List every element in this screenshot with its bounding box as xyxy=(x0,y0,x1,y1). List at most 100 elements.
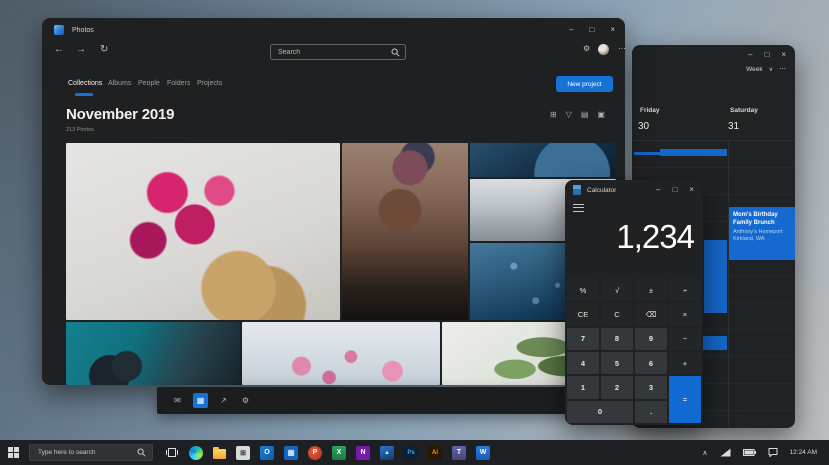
close-icon[interactable]: × xyxy=(781,51,786,59)
key-plusminus[interactable]: ± xyxy=(635,279,667,301)
refresh-icon[interactable]: ↻ xyxy=(100,44,108,55)
key-3[interactable]: 3 xyxy=(635,376,667,398)
outlook-icon[interactable]: O xyxy=(260,446,274,460)
key-6[interactable]: 6 xyxy=(635,352,667,374)
chevron-down-icon[interactable]: ∨ xyxy=(769,66,773,73)
forward-icon[interactable]: → xyxy=(76,44,86,55)
key-7[interactable]: 7 xyxy=(567,328,599,350)
word-icon[interactable]: W xyxy=(476,446,490,460)
key-9[interactable]: 9 xyxy=(635,328,667,350)
tab-albums[interactable]: Albums xyxy=(108,80,131,87)
key-sqrt[interactable]: √ xyxy=(601,279,633,301)
illustrator-icon[interactable]: Ai xyxy=(428,446,442,460)
taskbar-search-input[interactable] xyxy=(30,449,137,456)
all-day-event-bar[interactable] xyxy=(660,149,727,156)
maximize-icon[interactable]: □ xyxy=(589,26,594,34)
filter-icon[interactable]: ▽ xyxy=(566,110,572,119)
calculator-window: Calculator – □ × 1,234 % √ ± ÷ CE C ⌫ × … xyxy=(565,180,703,425)
system-tray: ∧ 12:24 AM xyxy=(702,448,821,457)
powerpoint-icon[interactable]: P xyxy=(308,446,322,460)
hamburger-menu-icon[interactable] xyxy=(573,204,584,212)
all-day-event-bar-thin[interactable] xyxy=(634,152,660,155)
date-30[interactable]: 30 xyxy=(638,121,649,132)
store-icon[interactable]: ⊞ xyxy=(236,446,250,460)
key-percent[interactable]: % xyxy=(567,279,599,301)
date-31[interactable]: 31 xyxy=(728,121,739,132)
minimize-icon[interactable]: – xyxy=(656,186,660,194)
maximize-icon[interactable]: □ xyxy=(764,51,769,59)
import-icon[interactable]: ▣ xyxy=(597,110,605,119)
key-decimal[interactable]: . xyxy=(635,401,667,423)
onenote-icon[interactable]: N xyxy=(356,446,370,460)
close-icon[interactable]: × xyxy=(610,26,615,34)
photos-search-input[interactable] xyxy=(271,49,391,56)
collection-photo-count: 213 Photos xyxy=(66,127,94,133)
chevron-up-icon[interactable]: ∧ xyxy=(702,449,707,457)
gear-icon[interactable]: ⚙ xyxy=(239,396,252,405)
clock[interactable]: 12:24 AM xyxy=(790,449,817,456)
friday-event-block[interactable] xyxy=(704,240,727,313)
key-multiply[interactable]: × xyxy=(669,303,701,325)
key-divide[interactable]: ÷ xyxy=(669,279,701,301)
key-1[interactable]: 1 xyxy=(567,376,599,398)
minimize-icon[interactable]: – xyxy=(569,26,573,34)
battery-icon[interactable] xyxy=(743,449,756,456)
photo-dark-blue-abstract[interactable] xyxy=(470,143,616,177)
key-0[interactable]: 0 xyxy=(567,401,633,423)
photos-titlebar[interactable]: Photos – □ × xyxy=(42,18,625,42)
close-icon[interactable]: × xyxy=(689,186,694,194)
taskbar-search-box[interactable] xyxy=(29,444,153,461)
key-c[interactable]: C xyxy=(601,303,633,325)
floating-dock-toolbar: ✉ ▦ ↗ ⚙ xyxy=(157,387,612,414)
tab-collections[interactable]: Collections xyxy=(68,80,102,87)
file-explorer-icon[interactable] xyxy=(213,449,226,459)
start-button[interactable] xyxy=(8,447,19,458)
minimize-icon[interactable]: – xyxy=(748,51,752,59)
key-plus[interactable]: + xyxy=(669,352,701,374)
share-icon[interactable]: ↗ xyxy=(217,396,230,405)
photo-pink-flowers-basket[interactable] xyxy=(66,143,340,320)
key-8[interactable]: 8 xyxy=(601,328,633,350)
maximize-icon[interactable]: □ xyxy=(672,186,677,194)
back-icon[interactable]: ← xyxy=(54,44,64,55)
key-2[interactable]: 2 xyxy=(601,376,633,398)
action-center-icon[interactable] xyxy=(768,448,778,457)
photos-search-box[interactable] xyxy=(270,44,406,60)
excel-icon[interactable]: X xyxy=(332,446,346,460)
event-card[interactable]: Mom's Birthday Family Brunch Anthony's H… xyxy=(729,207,795,260)
tab-folders[interactable]: Folders xyxy=(167,80,190,87)
photoshop-icon[interactable]: Ps xyxy=(404,446,418,460)
calculator-app-icon xyxy=(573,185,581,195)
taskbar: ⊞ O ▦ P X N ▲ Ps Ai T W ∧ 12:24 xyxy=(0,440,829,465)
new-project-button[interactable]: New project xyxy=(556,76,613,92)
calendar-dock-active[interactable]: ▦ xyxy=(193,393,208,408)
photo-woman-headwrap-portrait[interactable] xyxy=(342,143,468,320)
select-icon[interactable]: ⊞ xyxy=(550,110,557,119)
tab-people[interactable]: People xyxy=(138,80,160,87)
key-equals[interactable]: = xyxy=(669,376,701,423)
avatar[interactable] xyxy=(598,44,609,55)
more-options-icon[interactable]: ⋯ xyxy=(779,65,786,73)
key-minus[interactable]: − xyxy=(669,328,701,350)
edge-icon[interactable] xyxy=(189,446,203,460)
key-5[interactable]: 5 xyxy=(601,352,633,374)
settings-gear-icon[interactable]: ⚙ xyxy=(583,44,590,53)
calendar-app-icon[interactable]: ▦ xyxy=(284,446,298,460)
task-view-icon[interactable] xyxy=(165,446,179,460)
photo-pink-cosmos-flowers[interactable] xyxy=(242,322,440,385)
mail-icon[interactable]: ✉ xyxy=(171,396,184,405)
photos-app-taskbar-icon[interactable]: ▲ xyxy=(380,446,394,460)
collection-title: November 2019 xyxy=(66,106,174,123)
teams-icon[interactable]: T xyxy=(452,446,466,460)
tab-projects[interactable]: Projects xyxy=(197,80,222,87)
calculator-titlebar[interactable]: Calculator – □ × xyxy=(565,180,703,200)
more-options-icon[interactable]: ⋯ xyxy=(618,44,625,53)
view-selector-label[interactable]: Week xyxy=(746,66,763,73)
key-4[interactable]: 4 xyxy=(567,352,599,374)
network-icon[interactable] xyxy=(720,448,731,457)
key-ce[interactable]: CE xyxy=(567,303,599,325)
calculator-window-title: Calculator xyxy=(587,187,616,194)
slideshow-icon[interactable]: ▤ xyxy=(581,110,589,119)
photo-teal-ocean-rocks[interactable] xyxy=(66,322,240,385)
key-backspace[interactable]: ⌫ xyxy=(635,303,667,325)
